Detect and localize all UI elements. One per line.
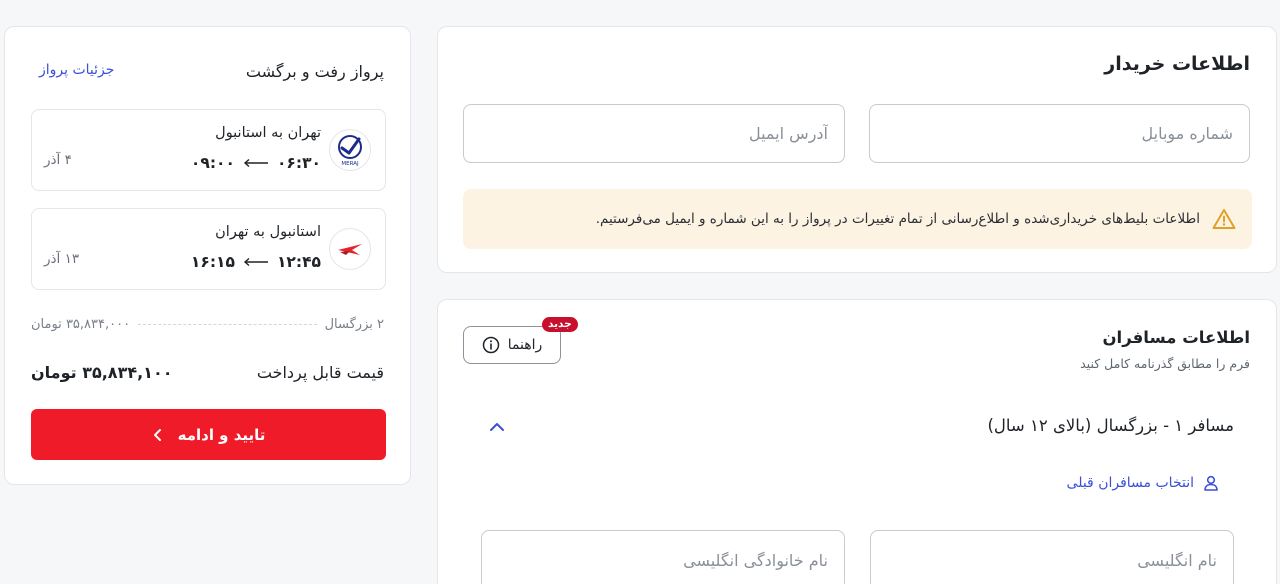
passengers-card: اطلاعات مسافران فرم را مطابق گذرنامه کام… <box>437 299 1277 584</box>
confirm-label: تایید و ادامه <box>177 425 266 444</box>
english-first-name-input[interactable] <box>871 531 1233 584</box>
dotted-divider <box>138 324 317 325</box>
english-last-name-input[interactable] <box>482 531 844 584</box>
passengers-subtitle: فرم را مطابق گذرنامه کامل کنید <box>1080 356 1250 371</box>
airline-logo-text: MERAJ <box>341 161 359 167</box>
buyer-info-card: اطلاعات خریدار اطلاعات بلیط‌های خریداری‌… <box>437 26 1277 273</box>
passenger-1-heading[interactable]: مسافر ۱ - بزرگسال (بالای ۱۲ سال) <box>987 416 1234 435</box>
arrow-left-icon <box>243 158 269 168</box>
chevron-left-icon <box>152 428 164 442</box>
passengers-title: اطلاعات مسافران <box>1102 328 1250 347</box>
arrive-time: ۱۶:۱۵ <box>190 253 235 271</box>
chevron-up-icon[interactable] <box>486 416 508 438</box>
flight-route: استانبول به تهران <box>215 224 321 240</box>
flight-date: ۴ آذر <box>44 152 72 168</box>
total-label: قیمت قابل پرداخت <box>256 363 384 382</box>
depart-time: ۱۲:۴۵ <box>276 253 321 271</box>
notice-text: اطلاعات بلیط‌های خریداری‌شده و اطلاع‌رسا… <box>595 211 1200 227</box>
confirm-continue-button[interactable]: تایید و ادامه <box>31 409 386 460</box>
select-previous-passengers-label: انتخاب مسافران قبلی <box>1066 475 1194 491</box>
flight-summary-card: پرواز رفت و برگشت جزئیات پرواز MERAJ تهر… <box>4 26 411 485</box>
total-price: ۳۵,۸۳۴,۱۰۰ تومان <box>31 363 173 382</box>
flight-details-link[interactable]: جزئیات پرواز <box>39 62 114 78</box>
warning-icon <box>1212 208 1236 230</box>
english-first-name-field[interactable] <box>870 530 1234 584</box>
user-icon <box>1202 474 1220 492</box>
airline-logo-return <box>329 228 371 270</box>
flight-date: ۱۳ آذر <box>44 251 80 267</box>
mobile-field[interactable] <box>869 104 1250 163</box>
summary-title: پرواز رفت و برگشت <box>245 62 384 81</box>
guide-button[interactable]: راهنما <box>463 326 561 364</box>
arrow-left-icon <box>243 257 269 267</box>
email-input[interactable] <box>464 105 844 162</box>
select-previous-passengers[interactable]: انتخاب مسافران قبلی <box>1067 474 1220 492</box>
info-icon <box>482 336 500 354</box>
new-badge: جدید <box>542 317 578 332</box>
flight-times: ۱۲:۴۵ ۱۶:۱۵ <box>191 253 321 271</box>
flight-outbound[interactable]: MERAJ تهران به استانبول ۰۶:۳۰ ۰۹:۰۰ ۴ آذ… <box>31 109 386 191</box>
mobile-input[interactable] <box>870 105 1249 162</box>
flight-times: ۰۶:۳۰ ۰۹:۰۰ <box>191 154 321 172</box>
passenger-price-row: ۲ بزرگسال ۳۵,۸۳۴,۰۰۰ تومان <box>31 317 384 332</box>
buyer-info-title: اطلاعات خریدار <box>1104 53 1250 75</box>
depart-time: ۰۶:۳۰ <box>276 154 321 172</box>
flight-return[interactable]: استانبول به تهران ۱۲:۴۵ ۱۶:۱۵ ۱۳ آذر <box>31 208 386 290</box>
guide-label: راهنما <box>507 337 543 353</box>
english-last-name-field[interactable] <box>481 530 845 584</box>
airline-logo-meraj: MERAJ <box>329 129 371 171</box>
flight-route: تهران به استانبول <box>215 125 321 141</box>
passenger-count: ۲ بزرگسال <box>324 317 384 332</box>
arrive-time: ۰۹:۰۰ <box>190 154 235 172</box>
email-field[interactable] <box>463 104 845 163</box>
notice-banner: اطلاعات بلیط‌های خریداری‌شده و اطلاع‌رسا… <box>463 189 1252 249</box>
subtotal-price: ۳۵,۸۳۴,۰۰۰ تومان <box>31 317 131 332</box>
